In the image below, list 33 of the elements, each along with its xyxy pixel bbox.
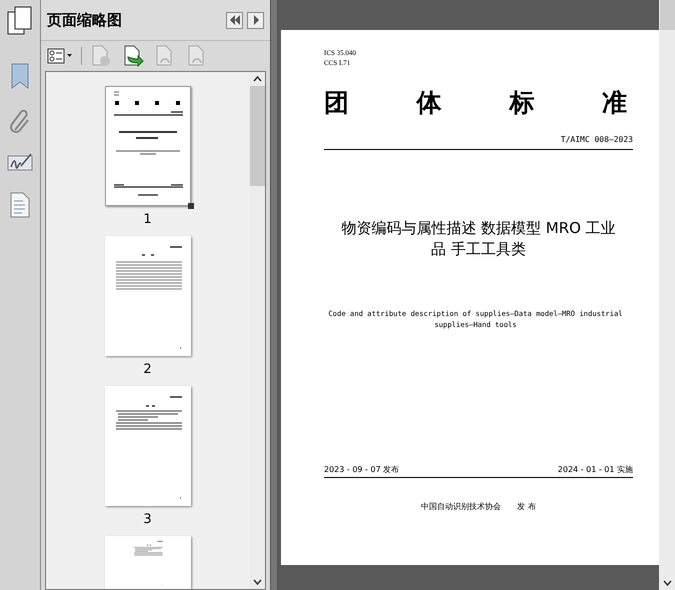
heading-character: 团: [324, 87, 349, 119]
publish-label: 发 布: [517, 501, 536, 512]
paperclip-icon[interactable]: [9, 108, 31, 134]
chevron-down-icon[interactable]: [662, 580, 672, 586]
heading-character: 体: [416, 87, 442, 119]
heading-character: 准: [602, 87, 627, 119]
splitter-handle[interactable]: [270, 0, 278, 590]
page-number: 1: [143, 212, 152, 227]
document-icon[interactable]: [10, 192, 30, 218]
scrollbar[interactable]: [659, 0, 675, 590]
scrollbar[interactable]: [249, 72, 265, 589]
page-number: 2: [143, 362, 152, 377]
scrollbar-thumb[interactable]: [660, 0, 674, 30]
triangle-right-icon: [252, 15, 260, 25]
standard-number: T/AIMC 008—2023: [560, 135, 633, 144]
options-button[interactable]: [45, 48, 75, 64]
publisher: 中国自动识别技术协会: [421, 501, 502, 512]
expand-button[interactable]: [247, 12, 264, 28]
page-number: 3: [143, 512, 152, 527]
scrollbar-thumb[interactable]: [250, 86, 264, 186]
chevron-down-icon[interactable]: [252, 579, 262, 585]
panel-title: 页面缩略图: [47, 10, 123, 30]
heading-character: 标: [509, 87, 534, 119]
chevron-up-icon[interactable]: [252, 76, 262, 82]
double-triangle-left-icon: [228, 15, 240, 25]
chinese-title: 品 手工工具类: [431, 239, 526, 260]
issue-date: 2023 - 09 - 07 发布: [324, 464, 400, 475]
resize-handle[interactable]: [188, 203, 194, 209]
chinese-title: 物资编码与属性描述 数据模型 MRO 工业: [341, 218, 616, 239]
pages-icon[interactable]: [7, 6, 33, 36]
effective-date: 2024 - 01 - 01 实施: [558, 464, 633, 475]
bookmark-icon[interactable]: [10, 62, 30, 90]
collapse-button[interactable]: [226, 12, 243, 28]
